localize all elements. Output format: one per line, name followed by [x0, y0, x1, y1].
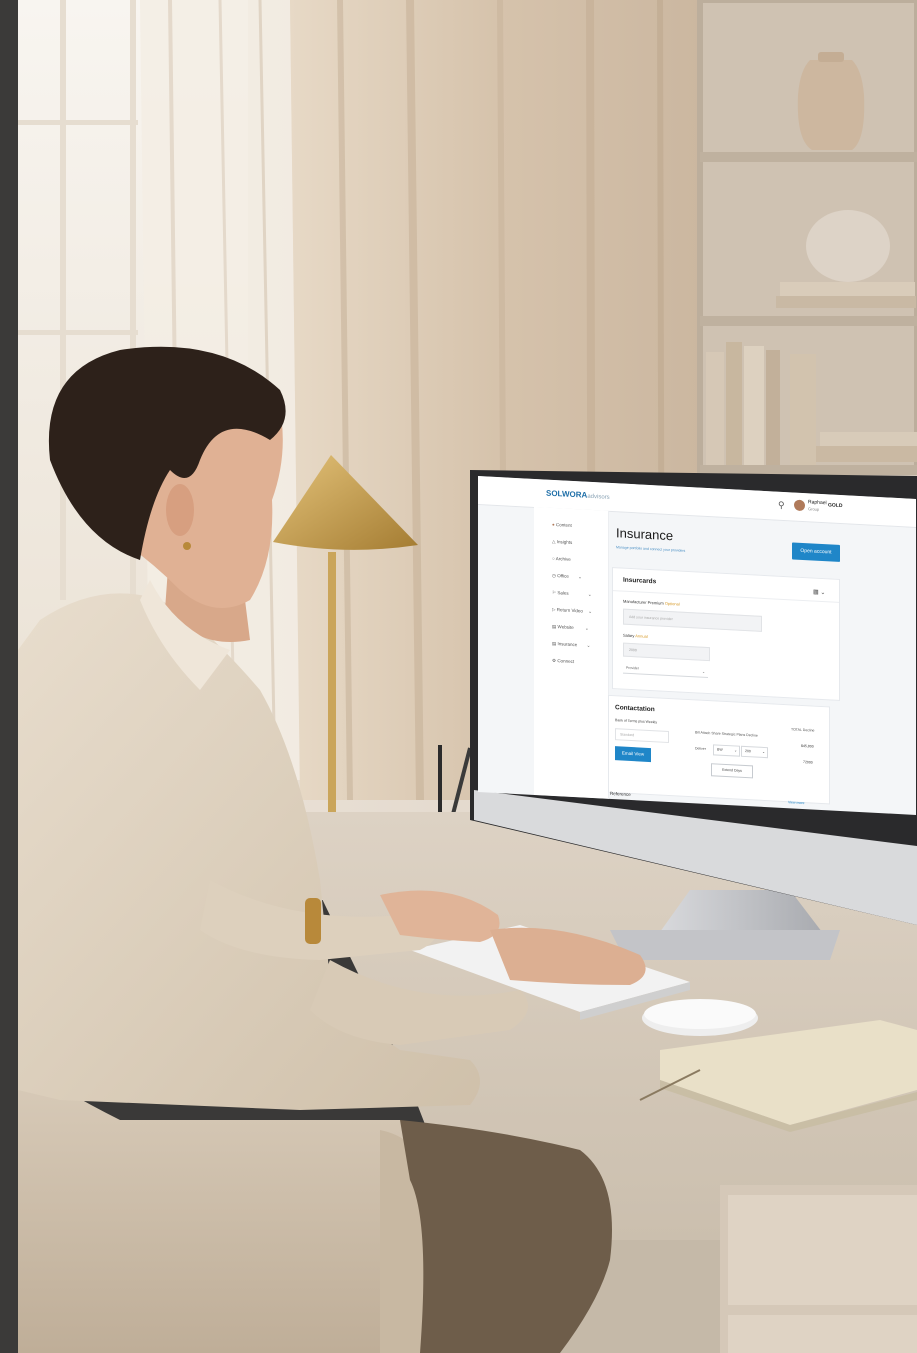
chevron-down-icon: ⌄	[734, 748, 737, 753]
user-role: Group	[808, 506, 820, 512]
chevron-down-icon: ⌄	[578, 574, 582, 580]
sidebar-item-sales[interactable]: ⚐ Sales ⌄	[552, 590, 592, 598]
sidebar-item-content[interactable]: ● Content	[552, 522, 572, 528]
sidebar-item-insights[interactable]: △ Insights	[552, 539, 572, 546]
field-label-text: Manufacturer Premium	[623, 598, 664, 606]
content-icon: ●	[552, 521, 555, 528]
page-icon: ▤	[552, 623, 557, 630]
page-title: Insurance	[616, 525, 674, 544]
sidebar-item-label: Sales	[557, 590, 569, 596]
card-title: Contactation	[615, 704, 655, 714]
brand-logo[interactable]: SOLWORAadvisors	[546, 489, 610, 501]
deliver-select-1[interactable]: BW ⌄	[713, 744, 740, 757]
sidebar-item-insurance[interactable]: ▤ Insurance ⌄	[552, 641, 590, 649]
page-subtitle: Manage portfolio and connect your provid…	[616, 545, 686, 553]
avatar[interactable]	[794, 499, 805, 512]
filter-icon[interactable]: ▦ ⌄	[813, 589, 825, 597]
sidebar-item-return-video[interactable]: ▷ Return Video ⌄	[552, 607, 592, 615]
user-name: Raphael	[808, 499, 827, 507]
contactation-card: Contactation Bank of Terms plus Weekly S…	[608, 694, 830, 805]
sidebar-item-label: Insurance	[557, 641, 578, 648]
sidebar-item-label: Archive	[555, 556, 571, 562]
deliver-select-2-value: 200	[745, 748, 751, 754]
chevron-down-icon: ⌄	[762, 749, 765, 755]
total-header: TOTAL Decline	[791, 727, 815, 733]
user-badge: GOLD	[828, 502, 843, 510]
deliver-select-1-value: BW	[717, 747, 723, 752]
brand-name: SOLWORA	[546, 488, 588, 500]
provider-select-value: Provider	[626, 665, 640, 671]
sidebar-item-office[interactable]: ◷ Office ⌄	[552, 573, 582, 581]
document-icon: ▤	[552, 640, 557, 647]
sidebar-item-archive[interactable]: ○ Archive	[552, 556, 571, 562]
sidebar-item-label: Content	[555, 522, 572, 528]
left-border	[0, 0, 18, 1353]
tag-icon: ⚐	[552, 589, 557, 596]
gear-icon: ⚙	[552, 657, 557, 664]
provider-select[interactable]: Provider ⌄	[623, 662, 708, 679]
reference-title: Reference	[610, 790, 631, 798]
email-view-button[interactable]: Email View	[615, 746, 651, 763]
open-account-button[interactable]: Open account	[792, 542, 840, 562]
attach-link[interactable]: Bill Attach Share Strategic Plans Declin…	[695, 730, 758, 737]
sidebar-item-label: Insights	[556, 539, 573, 545]
bookshelf	[697, 0, 917, 475]
view-more-link[interactable]: View more	[788, 800, 804, 805]
sidebar-item-label: Office	[557, 573, 569, 579]
archive-icon: ○	[552, 555, 555, 562]
annual-badge: Annual	[635, 633, 648, 639]
provider-input[interactable]: Add your insurance provider	[623, 608, 762, 632]
optional-badge: Optional	[664, 600, 680, 607]
sidebar-item-label: Connect	[557, 658, 575, 665]
chevron-down-icon: ⌄	[584, 625, 589, 631]
total-value-2: 72000	[803, 760, 813, 765]
field-label: Bank of Terms plus Weekly	[615, 718, 658, 725]
total-value-1: $45,800	[801, 743, 814, 749]
card-title: Insurcards	[623, 576, 657, 586]
terms-input[interactable]: Standard	[615, 728, 669, 744]
chevron-down-icon: ⌄	[702, 669, 705, 674]
triangle-icon: △	[552, 538, 556, 545]
clock-icon: ◷	[552, 572, 556, 579]
photo-scene: SOLWORAadvisors ⚲ Raphael Group GOLD ● C…	[0, 0, 917, 1353]
salary-label: Salary Annual	[623, 633, 648, 639]
sidebar-item-label: Return Video	[556, 607, 583, 614]
insurcards-card: Insurcards ▦ ⌄ Manufacturer Premium Opti…	[612, 567, 840, 701]
salary-input[interactable]: 2000	[623, 642, 710, 662]
deliver-select-2[interactable]: 200 ⌄	[741, 745, 768, 759]
salary-label-text: Salary	[623, 632, 635, 639]
extend-days-button[interactable]: Extend Days	[711, 763, 753, 779]
sidebar: ● Content △ Insights ○ Archive ◷ Office …	[534, 506, 609, 799]
mouse	[642, 999, 758, 1036]
video-icon: ▷	[552, 606, 556, 613]
sidebar-item-connect[interactable]: ⚙ Connect	[552, 658, 574, 665]
chevron-down-icon: ⌄	[587, 591, 592, 597]
sidebar-item-label: Website	[557, 624, 574, 631]
chevron-down-icon: ⌄	[588, 608, 592, 614]
monitor-screen: SOLWORAadvisors ⚲ Raphael Group GOLD ● C…	[478, 476, 916, 815]
chevron-down-icon: ⌄	[586, 642, 591, 648]
search-icon[interactable]: ⚲	[778, 500, 785, 511]
brand-tail: advisors	[587, 493, 610, 501]
field-label: Manufacturer Premium Optional	[623, 599, 680, 607]
sidebar-item-website[interactable]: ▤ Website ⌄	[552, 624, 589, 632]
deliver-label: Deliver	[695, 746, 706, 751]
